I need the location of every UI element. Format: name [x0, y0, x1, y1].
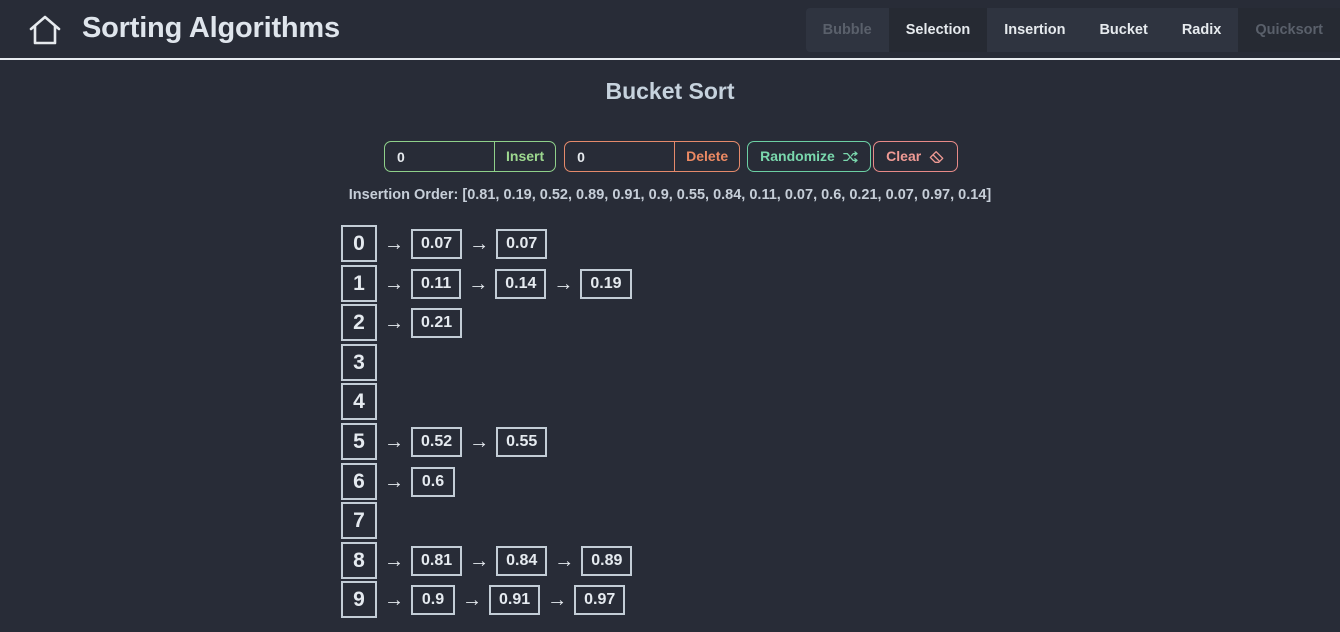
shuffle-icon: [843, 150, 858, 163]
bucket-index: 9: [341, 581, 377, 618]
bucket-row: 5 → 0.52 → 0.55: [341, 423, 548, 460]
bucket-node: 0.9: [411, 584, 455, 615]
bucket-row: 7: [341, 502, 377, 539]
bucket-node: 0.19: [580, 268, 632, 299]
app-header: Sorting Algorithms Bubble Selection Inse…: [0, 0, 1340, 60]
arrow-right-icon: →: [553, 272, 574, 295]
bucket-node: 0.14: [495, 268, 547, 299]
arrow-right-icon: →: [384, 470, 404, 493]
delete-button[interactable]: Delete: [675, 142, 739, 171]
bucket-node: 0.07: [496, 228, 548, 259]
controls-bar: Insert Delete Randomize Clear: [384, 141, 959, 172]
bucket-node: 0.07: [411, 228, 463, 259]
tab-insertion[interactable]: Insertion: [987, 8, 1082, 52]
bucket-index: 7: [341, 502, 377, 539]
bucket-index: 1: [341, 265, 377, 302]
bucket-index: 5: [341, 423, 377, 460]
randomize-label: Randomize: [760, 148, 835, 164]
bucket-index: 3: [341, 344, 377, 381]
bucket-node: 0.11: [411, 268, 462, 299]
bucket-node: 0.91: [489, 584, 541, 615]
home-icon[interactable]: [28, 14, 62, 46]
bucket-row: 4: [341, 383, 377, 420]
arrow-right-icon: →: [384, 272, 404, 295]
page-title: Bucket Sort: [605, 78, 735, 104]
bucket-index: 4: [341, 383, 377, 420]
bucket-index: 0: [341, 225, 377, 262]
bucket-node: 0.55: [496, 426, 548, 457]
bucket-row: 3: [341, 344, 377, 381]
arrow-right-icon: →: [469, 549, 490, 572]
bucket-row: 2 → 0.21: [341, 304, 463, 341]
randomize-button[interactable]: Randomize: [747, 141, 872, 172]
bucket-node: 0.6: [411, 466, 455, 497]
bucket-row: 0 → 0.07 → 0.07: [341, 225, 548, 262]
tab-radix[interactable]: Radix: [1165, 8, 1239, 52]
tab-quicksort[interactable]: Quicksort: [1238, 8, 1340, 52]
bucket-node: 0.89: [581, 545, 633, 576]
tab-bubble[interactable]: Bubble: [806, 8, 889, 52]
insert-group: Insert: [384, 141, 557, 172]
insertion-order-label: Insertion Order:: [348, 187, 459, 203]
eraser-icon: [929, 150, 944, 163]
bucket-index: 8: [341, 542, 377, 579]
bucket-node: 0.21: [411, 307, 463, 338]
bucket-node: 0.81: [411, 545, 463, 576]
arrow-right-icon: →: [384, 588, 404, 611]
insertion-order-values: [0.81, 0.19, 0.52, 0.89, 0.91, 0.9, 0.55…: [462, 187, 992, 203]
bucket-index: 6: [341, 463, 377, 500]
arrow-right-icon: →: [384, 311, 404, 334]
arrow-right-icon: →: [554, 549, 575, 572]
clear-button[interactable]: Clear: [873, 141, 959, 172]
tab-bucket[interactable]: Bucket: [1082, 8, 1164, 52]
app-title: Sorting Algorithms: [82, 12, 340, 44]
insert-button[interactable]: Insert: [495, 142, 555, 171]
arrow-right-icon: →: [384, 430, 404, 453]
arrow-right-icon: →: [384, 549, 404, 572]
delete-group: Delete: [564, 141, 741, 172]
bucket-row: 6 → 0.6: [341, 463, 455, 500]
bucket-node: 0.52: [411, 426, 463, 457]
arrow-right-icon: →: [462, 588, 482, 611]
bucket-index: 2: [341, 304, 377, 341]
bucket-node: 0.84: [496, 545, 548, 576]
insertion-order: Insertion Order: [0.81, 0.19, 0.52, 0.89…: [0, 187, 1340, 203]
arrow-right-icon: →: [469, 232, 490, 255]
insert-value-input[interactable]: [385, 142, 495, 171]
arrow-right-icon: →: [469, 430, 490, 453]
arrow-right-icon: →: [384, 232, 404, 255]
delete-value-input[interactable]: [565, 142, 676, 171]
bucket-row: 1 → 0.11 → 0.14 → 0.19: [341, 265, 632, 302]
arrow-right-icon: →: [547, 588, 568, 611]
bucket-node: 0.97: [574, 584, 626, 615]
tab-selection[interactable]: Selection: [888, 8, 988, 52]
bucket-row: 9 → 0.9 → 0.91 → 0.97: [341, 581, 626, 618]
clear-label: Clear: [886, 148, 922, 164]
bucket-row: 8 → 0.81 → 0.84 → 0.89: [341, 542, 633, 579]
arrow-right-icon: →: [468, 272, 489, 295]
algorithm-nav: Bubble Selection Insertion Bucket Radix …: [805, 8, 1340, 52]
